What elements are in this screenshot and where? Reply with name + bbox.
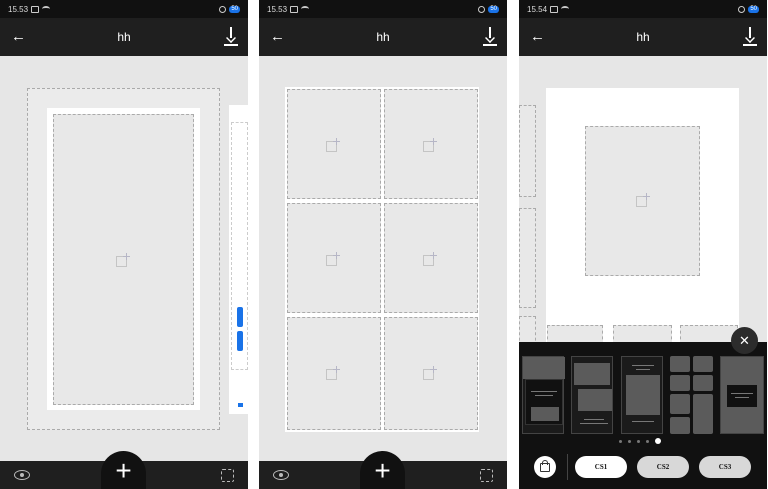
app-bar: ← hh <box>259 18 507 56</box>
eye-icon[interactable] <box>14 470 30 480</box>
app-bar: ← hh <box>519 18 767 56</box>
style-button-cs3[interactable]: CS3 <box>699 456 751 478</box>
style-button-cs2[interactable]: CS2 <box>637 456 689 478</box>
wifi-icon <box>301 6 310 12</box>
page-dot[interactable] <box>637 439 640 443</box>
alarm-icon <box>219 5 227 13</box>
grid-cell[interactable] <box>287 317 381 430</box>
back-button[interactable]: ← <box>530 28 546 46</box>
photo-slot[interactable] <box>585 126 700 276</box>
page-dot[interactable] <box>646 439 649 443</box>
close-button[interactable]: ✕ <box>731 327 758 354</box>
preview-mark <box>237 331 243 351</box>
layout-template[interactable] <box>670 356 713 434</box>
alarm-icon <box>738 5 746 13</box>
grid-cell[interactable] <box>287 89 381 199</box>
page-title: hh <box>117 30 131 44</box>
back-button[interactable]: ← <box>11 28 27 46</box>
wifi-icon <box>561 6 570 12</box>
phone-screen-3: 15.54 50 ← hh CS1 CS2 CS3 ✕ <box>519 0 767 489</box>
phone-screen-1: 15.53 50 ← hh + <box>0 0 248 489</box>
previous-layout-slot <box>519 105 536 197</box>
preview-mark <box>237 307 243 327</box>
app-bar: ← hh <box>0 18 248 56</box>
battery-icon: 50 <box>229 5 240 13</box>
status-time: 15.53 <box>8 4 29 14</box>
status-time: 15.54 <box>527 4 548 14</box>
layout-template[interactable] <box>621 356 663 434</box>
add-photo-icon <box>423 138 437 152</box>
add-button[interactable]: + <box>360 451 405 489</box>
download-icon[interactable] <box>483 27 497 47</box>
style-button-cs1[interactable]: CS1 <box>575 456 627 478</box>
add-photo-icon <box>423 252 437 266</box>
battery-icon: 50 <box>488 5 499 13</box>
grid-cell[interactable] <box>384 317 478 430</box>
status-bar: 15.54 50 <box>519 0 767 18</box>
notification-icon <box>550 5 559 13</box>
add-photo-icon <box>116 253 130 267</box>
alarm-icon <box>478 5 486 13</box>
preview-mark <box>238 403 243 407</box>
add-photo-icon <box>326 366 340 380</box>
status-time: 15.53 <box>267 4 288 14</box>
focus-frame-icon[interactable] <box>221 469 234 482</box>
layout-pagination <box>619 438 661 444</box>
layout-template[interactable] <box>571 356 613 434</box>
page-title: hh <box>636 30 650 44</box>
previous-layout-slot <box>519 208 536 308</box>
phone-screen-2: 15.53 50 ← hh + <box>259 0 507 489</box>
add-button[interactable]: + <box>101 451 146 489</box>
grid-cell[interactable] <box>384 89 478 199</box>
wifi-icon <box>42 6 51 12</box>
status-bar: 15.53 50 <box>0 0 248 18</box>
page-dot[interactable] <box>628 439 631 443</box>
photo-slot[interactable] <box>53 114 194 405</box>
add-photo-icon <box>423 366 437 380</box>
layout-template[interactable] <box>720 356 764 434</box>
add-photo-icon <box>636 193 650 207</box>
add-photo-icon <box>326 138 340 152</box>
shopping-bag-icon[interactable] <box>534 456 556 478</box>
add-photo-icon <box>326 252 340 266</box>
page-dot[interactable] <box>619 439 622 443</box>
page-title: hh <box>376 30 390 44</box>
layout-template[interactable] <box>522 356 565 434</box>
grid-cell[interactable] <box>384 203 478 313</box>
download-icon[interactable] <box>224 27 238 47</box>
notification-icon <box>31 5 40 13</box>
next-layout-preview[interactable] <box>229 105 248 414</box>
download-icon[interactable] <box>743 27 757 47</box>
focus-frame-icon[interactable] <box>480 469 493 482</box>
page-dot-active[interactable] <box>655 438 661 444</box>
eye-icon[interactable] <box>273 470 289 480</box>
notification-icon <box>290 5 299 13</box>
back-button[interactable]: ← <box>270 28 286 46</box>
battery-icon: 50 <box>748 5 759 13</box>
grid-cell[interactable] <box>287 203 381 313</box>
divider <box>567 454 568 480</box>
status-bar: 15.53 50 <box>259 0 507 18</box>
